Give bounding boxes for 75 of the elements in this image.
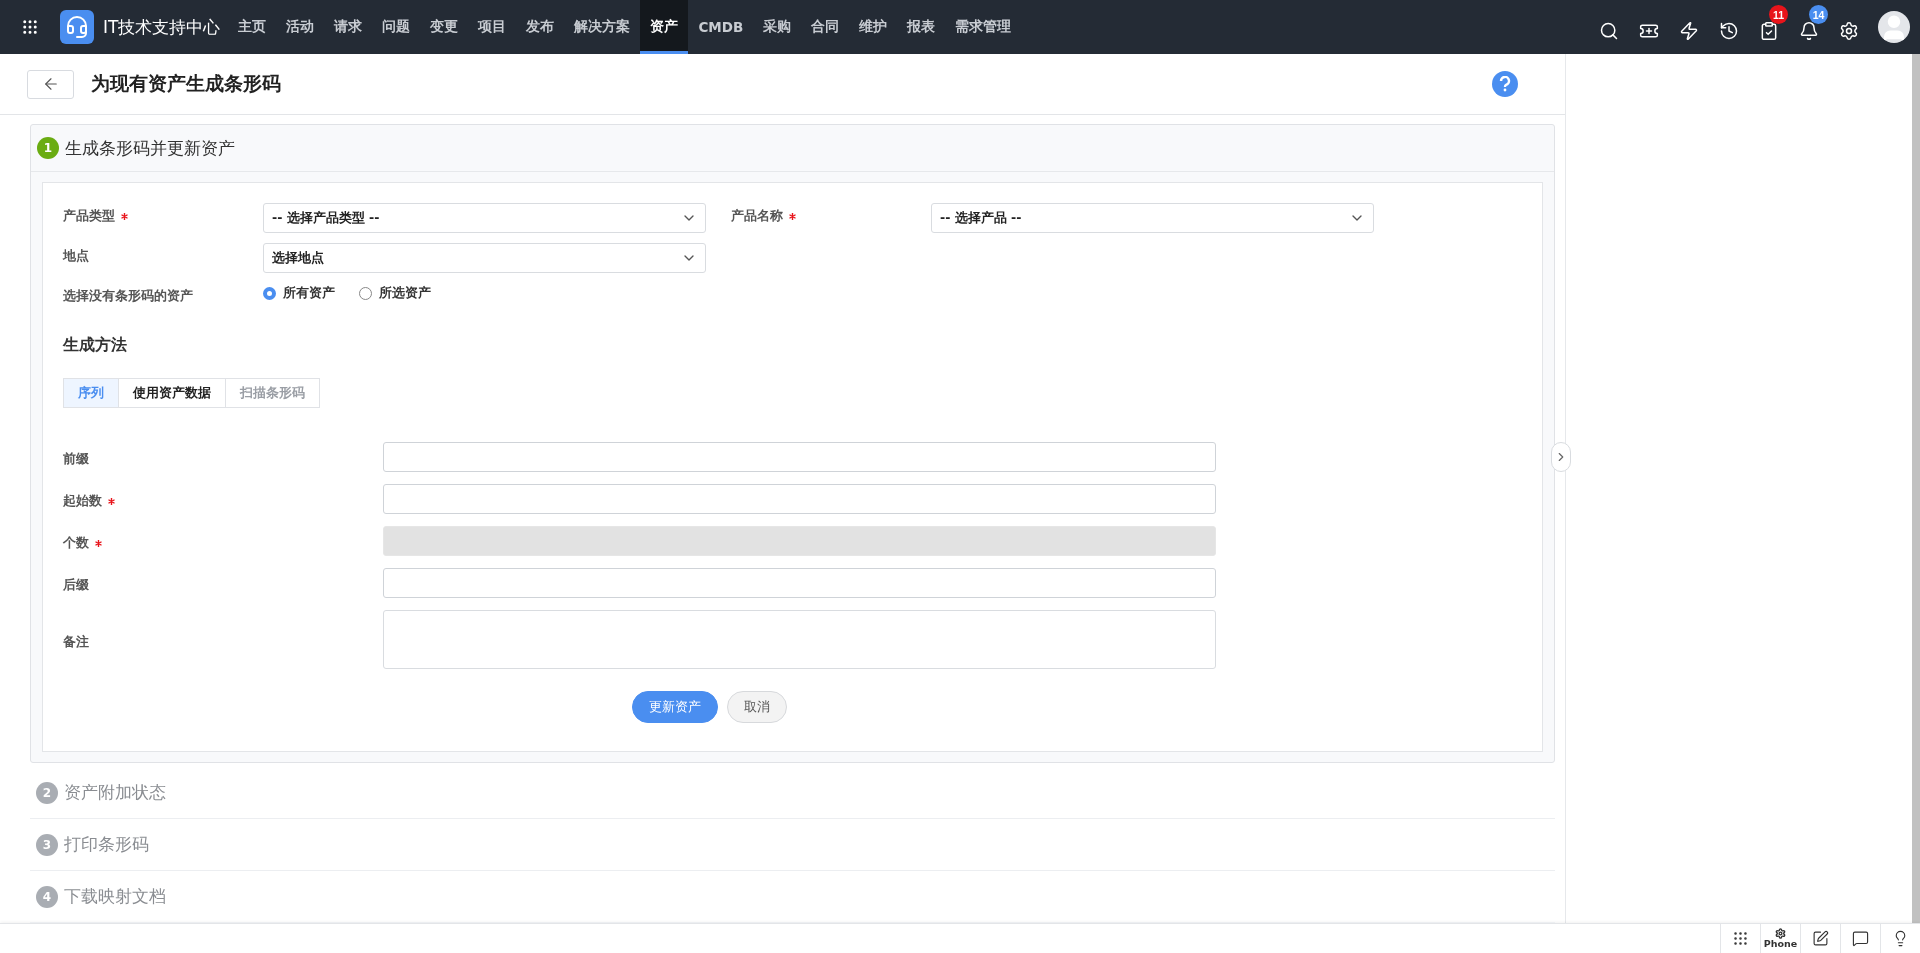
method-tab[interactable]: 使用资产数据 bbox=[118, 378, 226, 408]
history-icon bbox=[1719, 21, 1739, 41]
radio-option[interactable]: 所有资产 bbox=[263, 285, 335, 302]
nav-tab[interactable]: 维护 bbox=[849, 0, 898, 54]
nav-tab[interactable]: 资产 bbox=[640, 0, 689, 54]
nav-tab[interactable]: 解决方案 bbox=[564, 0, 641, 54]
step-title: 打印条形码 bbox=[64, 833, 149, 856]
collapse-handle[interactable] bbox=[1551, 442, 1571, 472]
required-icon bbox=[95, 539, 102, 547]
field-label: 个数 bbox=[63, 526, 383, 556]
nav-tab[interactable]: 请求 bbox=[324, 0, 373, 54]
step-title: 下载映射文档 bbox=[64, 885, 166, 908]
phone-button[interactable]: Phone bbox=[1760, 924, 1800, 953]
headset-logo-icon bbox=[60, 10, 94, 44]
count-badge: 14 bbox=[1809, 5, 1828, 24]
lightning-icon bbox=[1679, 21, 1699, 41]
input-field[interactable] bbox=[383, 568, 1216, 598]
dialpad-icon bbox=[1732, 930, 1749, 947]
nav-tab[interactable]: 合同 bbox=[801, 0, 850, 54]
nav-tab[interactable]: 问题 bbox=[372, 0, 421, 54]
nav-tab[interactable]: 发布 bbox=[516, 0, 565, 54]
step-title: 生成条形码并更新资产 bbox=[65, 136, 235, 160]
select-field[interactable]: -- 选择产品类型 -- bbox=[263, 203, 706, 233]
nav-tab[interactable]: 报表 bbox=[897, 0, 946, 54]
nav-tab[interactable]: 项目 bbox=[468, 0, 517, 54]
lightbulb-button[interactable] bbox=[1880, 924, 1920, 953]
field-label: 产品类型 bbox=[63, 203, 263, 225]
checklist-button[interactable]: 11 bbox=[1750, 5, 1788, 49]
checklist-icon bbox=[1759, 21, 1779, 41]
field-label: 地点 bbox=[63, 247, 90, 265]
note-icon bbox=[1812, 930, 1829, 947]
ticket-plus-icon bbox=[1639, 21, 1659, 41]
nav-tab[interactable]: CMDB bbox=[688, 0, 754, 54]
nav-tab[interactable]: 主页 bbox=[228, 0, 277, 54]
page-title: 为现有资产生成条形码 bbox=[91, 71, 281, 96]
required-icon bbox=[121, 212, 128, 220]
field-label: 选择没有条形码的资产 bbox=[63, 287, 194, 305]
step-number: 1 bbox=[37, 137, 59, 159]
chat-icon bbox=[1852, 930, 1869, 947]
cancel-button[interactable]: 取消 bbox=[727, 691, 787, 723]
apps-grid-icon bbox=[21, 18, 39, 36]
search-icon bbox=[1599, 21, 1619, 41]
count-badge: 11 bbox=[1769, 5, 1788, 24]
input-field[interactable] bbox=[383, 484, 1216, 514]
dialpad-button[interactable] bbox=[1720, 924, 1760, 953]
select-field[interactable]: -- 选择产品 -- bbox=[931, 203, 1374, 233]
nav-tab[interactable]: 活动 bbox=[276, 0, 325, 54]
field-label: 前缀 bbox=[63, 450, 90, 468]
field-label: 起始数 bbox=[63, 484, 383, 514]
nav-tab[interactable]: 采购 bbox=[753, 0, 802, 54]
help-icon[interactable] bbox=[1492, 71, 1518, 97]
gear-icon bbox=[1775, 928, 1786, 940]
textarea-field[interactable] bbox=[383, 610, 1216, 669]
notifications-icon bbox=[1799, 21, 1819, 41]
chat-button[interactable] bbox=[1840, 924, 1880, 953]
field-label: 后缀 bbox=[63, 576, 90, 594]
input-field[interactable] bbox=[383, 442, 1216, 472]
scrollbar[interactable] bbox=[1912, 54, 1920, 923]
avatar[interactable] bbox=[1878, 11, 1910, 43]
required-icon bbox=[108, 497, 115, 505]
note-button[interactable] bbox=[1800, 924, 1840, 953]
section-title: 生成方法 bbox=[63, 335, 128, 356]
nav-tab[interactable]: 变更 bbox=[420, 0, 469, 54]
required-icon bbox=[789, 212, 796, 220]
settings-icon bbox=[1839, 21, 1859, 41]
select-field[interactable]: 选择地点 bbox=[263, 243, 706, 273]
step-number: 4 bbox=[36, 885, 58, 908]
field-label: 产品名称 bbox=[731, 203, 931, 225]
radio-option[interactable]: 所选资产 bbox=[359, 285, 431, 302]
step-number: 3 bbox=[36, 833, 58, 856]
brand-name: IT技术支持中心 bbox=[103, 15, 221, 39]
nav-tab[interactable]: 需求管理 bbox=[945, 0, 1022, 54]
field-label: 备注 bbox=[63, 632, 90, 651]
step-number: 2 bbox=[36, 781, 58, 804]
step-title: 资产附加状态 bbox=[64, 781, 166, 804]
